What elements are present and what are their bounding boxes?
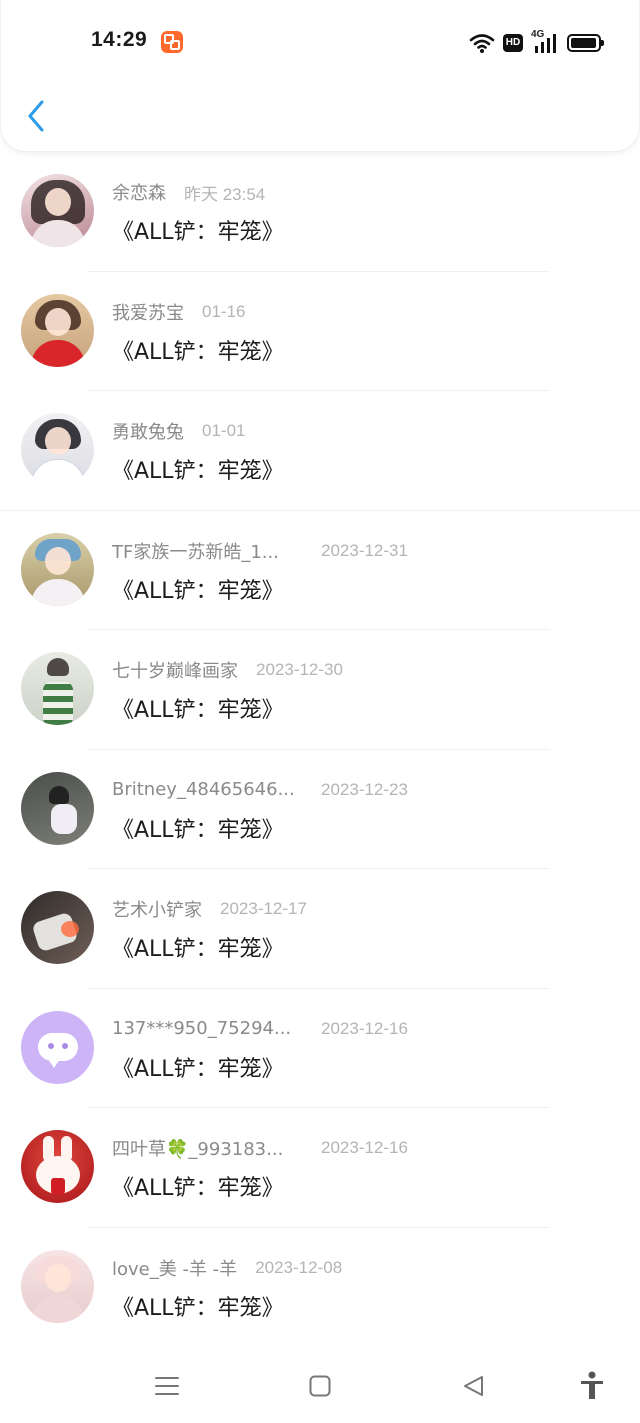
message-title: 《ALL铲：牢笼》 [112,1295,284,1321]
message-title: 《ALL铲：牢笼》 [112,220,284,245]
sender-name: 七十岁巅峰画家 [112,661,238,682]
accessibility-icon [581,1371,603,1399]
message-title: 《ALL铲：牢笼》 [112,1056,284,1082]
avatar [21,293,94,367]
avatar [21,652,94,725]
battery-fill [571,38,596,48]
system-nav-bar [0,1345,640,1423]
hd-badge: HD [503,34,523,52]
accessibility-button[interactable] [577,1371,607,1401]
message-title: 《ALL铲：牢笼》 [112,578,284,604]
list-item[interactable]: 艺术小铲家 2023-12-17 《ALL铲：牢笼》 [0,869,640,989]
list-item[interactable]: 137***950_75294... 2023-12-16 《ALL铲：牢笼》 [0,989,640,1108]
avatar [21,413,94,486]
list-item[interactable]: 勇敢兔兔 01-01 《ALL铲：牢笼》 [0,391,640,511]
message-date: 2023-12-31 [321,540,408,560]
list-item[interactable]: 我爱苏宝 01-16 《ALL铲：牢笼》 [0,272,640,391]
message-date: 01-16 [202,301,246,321]
top-header: 14:29 HD 4G [0,0,640,152]
message-title: 《ALL铲：牢笼》 [112,339,284,365]
message-list: 余恋森 昨天 23:54 《ALL铲：牢笼》 我爱苏宝 01-16 《ALL铲：牢笼… [0,152,640,1347]
chat-bubble-icon [38,1032,78,1068]
message-title: 《ALL铲：牢笼》 [112,459,284,484]
list-item[interactable]: love_美 -羊 -羊 2023-12-08 《ALL铲：牢笼》 [0,1228,640,1348]
avatar [21,1010,94,1084]
sender-name: Britney_48465646... [112,779,295,800]
chevron-left-icon [28,100,44,132]
sender-name: 我爱苏宝 [112,302,184,324]
back-button[interactable] [21,98,51,134]
list-item[interactable]: 余恋森 昨天 23:54 《ALL铲：牢笼》 [0,152,640,272]
list-item[interactable]: TF家族一苏新皓_1... 2023-12-31 《ALL铲：牢笼》 [0,511,640,630]
sender-name: 四叶草🍀_993183... [112,1139,284,1160]
avatar [21,174,94,247]
status-bar: 14:29 HD 4G [1,0,640,86]
avatar [21,771,94,845]
back-triangle-icon [464,1376,483,1396]
wifi-icon [469,34,495,53]
avatar [21,532,94,606]
message-title: 《ALL铲：牢笼》 [112,1176,284,1201]
message-date: 01-01 [202,421,246,440]
message-date: 2023-12-23 [321,779,408,799]
menu-button[interactable] [152,1371,182,1401]
list-item[interactable]: Britney_48465646... 2023-12-23 《ALL铲：牢笼》 [0,750,640,869]
list-item[interactable]: 四叶草🍀_993183... 2023-12-16 《ALL铲：牢笼》 [0,1108,640,1228]
status-icons: HD 4G [469,29,604,56]
message-title: 《ALL铲：牢笼》 [112,698,284,723]
home-button[interactable] [305,1371,335,1401]
message-date: 2023-12-17 [220,899,307,918]
message-title: 《ALL铲：牢笼》 [112,937,284,962]
message-date: 2023-12-30 [256,660,343,679]
signal-icon: 4G [531,29,559,54]
list-item[interactable]: 七十岁巅峰画家 2023-12-30 《ALL铲：牢笼》 [0,630,640,750]
status-time: 14:29 [91,28,148,51]
avatar [21,1249,94,1323]
battery-icon [567,34,604,52]
sender-name: TF家族一苏新皓_1... [112,541,279,563]
sender-name: 勇敢兔兔 [112,422,184,443]
sender-name: love_美 -羊 -羊 [112,1258,238,1280]
message-date: 昨天 23:54 [184,184,266,204]
avatar [21,891,94,964]
sender-name: 余恋森 [112,183,166,204]
back-nav-button[interactable] [458,1371,488,1401]
message-date: 2023-12-16 [321,1018,408,1038]
message-title: 《ALL铲：牢笼》 [112,817,284,843]
message-date: 2023-12-16 [321,1138,408,1157]
kuaishou-app-icon [161,31,183,53]
message-date: 2023-12-08 [255,1257,343,1277]
menu-icon [155,1377,179,1395]
avatar [21,1130,94,1203]
sender-name: 艺术小铲家 [112,900,202,921]
sender-name: 137***950_75294... [112,1018,292,1039]
home-square-icon [309,1375,331,1397]
